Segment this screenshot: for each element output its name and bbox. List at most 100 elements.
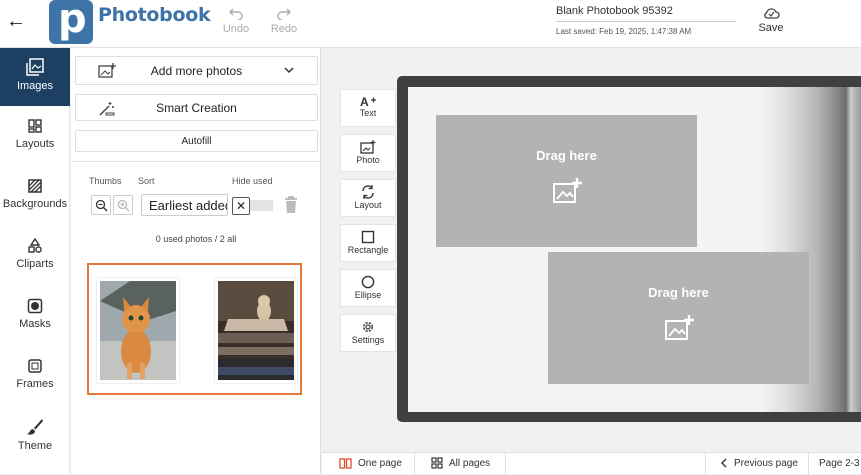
drop-zone-label: Drag here [536,148,597,163]
brand-name: Photobook [98,4,211,26]
text-icon: A [360,95,376,107]
photo-icon [360,140,376,154]
cloud-icon [764,8,780,19]
masks-icon [27,298,43,314]
frames-icon [28,359,42,373]
nav-item-layouts[interactable]: Layouts [0,108,70,166]
images-panel: Add more photos Smart Creation Autofill … [71,48,321,474]
nav-label: Frames [16,378,54,390]
save-label: Save [758,22,784,34]
nav-label: Backgrounds [2,198,68,210]
nav-label: Masks [19,318,51,330]
tool-label: Text [359,108,377,118]
tool-photo[interactable]: Photo [340,134,396,172]
tool-text[interactable]: A Text [340,89,396,127]
svg-text:A: A [360,95,369,107]
undo-button[interactable]: Undo [216,6,256,35]
undo-icon [229,8,243,20]
thumbs-label: Thumbs [89,176,122,186]
cliparts-icon [28,238,42,253]
zoom-in-button[interactable] [113,195,133,215]
all-pages-button[interactable]: All pages [415,453,506,475]
tool-rectangle[interactable]: Rectangle [340,224,396,262]
page-indicator: Page 2-3 [819,458,860,469]
one-page-label: One page [358,458,402,469]
trash-icon[interactable] [284,196,298,214]
add-photo-icon [98,63,116,78]
back-arrow-icon[interactable]: ← [6,10,28,32]
hide-used-label: Hide used [232,176,273,186]
zoom-in-icon [117,199,130,212]
tool-label: Settings [351,335,385,345]
redo-icon [277,8,291,20]
gear-icon [362,321,374,333]
panel-divider [71,161,321,162]
tool-label: Photo [356,155,380,165]
ellipse-icon [361,275,375,289]
sort-value: Earliest added [149,198,228,213]
nav-item-frames[interactable]: Frames [0,348,70,406]
nav-item-backgrounds[interactable]: Backgrounds [0,168,70,226]
layout-icon [362,185,374,199]
tool-layout[interactable]: Layout [340,179,396,217]
one-page-button[interactable]: One page [322,453,415,475]
zoom-out-button[interactable] [91,195,111,215]
all-pages-label: All pages [449,458,491,469]
magic-wand-icon [99,102,115,116]
nav-item-theme[interactable]: Theme [0,408,70,466]
title-underline [556,21,736,22]
add-image-icon [552,178,582,203]
autofill-label: Autofill [181,136,212,147]
top-bar: ← p Photobook Undo Redo Blank Photobook … [0,0,861,48]
nav-label: Cliparts [16,258,54,270]
photo-thumbnail-1[interactable] [97,278,179,383]
nav-item-images[interactable]: Images [0,48,70,106]
undo-label: Undo [222,23,250,35]
add-photos-button[interactable]: Add more photos [75,56,318,85]
last-saved-text: Last saved: Feb 19, 2025, 1:47:38 AM [556,27,692,36]
sort-label: Sort [138,176,155,186]
backgrounds-icon [28,179,42,193]
grid-icon [431,457,443,469]
cat-photo-1 [100,281,176,380]
left-nav: Images Layouts Backgrounds Cliparts Mask… [0,48,70,474]
tool-settings[interactable]: Settings [340,314,396,352]
photo-thumbnail-2[interactable] [215,278,297,383]
nav-label: Images [16,80,54,92]
nav-label: Layouts [15,138,55,150]
chevron-down-icon [284,67,294,74]
hide-used-toggle[interactable] [250,200,273,211]
save-button[interactable]: Save [752,6,790,34]
redo-label: Redo [270,23,298,35]
previous-page-label: Previous page [734,458,798,469]
redo-button[interactable]: Redo [264,6,304,35]
tool-ellipse[interactable]: Ellipse [340,269,396,307]
hide-used-checkbox[interactable]: ✕ [232,197,250,215]
drop-zone-2[interactable]: Drag here [548,252,809,384]
add-photos-label: Add more photos [150,64,243,78]
nav-label: Theme [17,440,53,452]
one-page-icon [339,458,352,469]
nav-item-masks[interactable]: Masks [0,288,70,346]
bottom-bar: One page All pages Previous page Page 2-… [322,452,861,475]
images-icon [26,58,44,76]
chevron-left-icon [721,458,727,468]
tool-label: Ellipse [354,290,382,300]
photo-counter: 0 used photos / 2 all [155,234,237,244]
logo-letter: p [58,0,87,42]
drop-zone-1[interactable]: Drag here [436,115,697,247]
logo: p [49,0,93,44]
tool-label: Layout [354,200,382,210]
nav-item-cliparts[interactable]: Cliparts [0,228,70,286]
tool-label: Rectangle [347,245,389,255]
previous-page-button[interactable]: Previous page [705,453,809,475]
rectangle-icon [361,230,375,244]
add-image-icon [664,315,694,340]
smart-creation-button[interactable]: Smart Creation [75,94,318,121]
autofill-button[interactable]: Autofill [75,130,318,152]
sort-select[interactable]: Earliest added [141,194,228,216]
brush-icon [27,419,43,435]
document-title[interactable]: Blank Photobook 95392 [556,5,673,17]
cat-photo-2 [218,281,294,380]
photo-grid [87,263,302,395]
